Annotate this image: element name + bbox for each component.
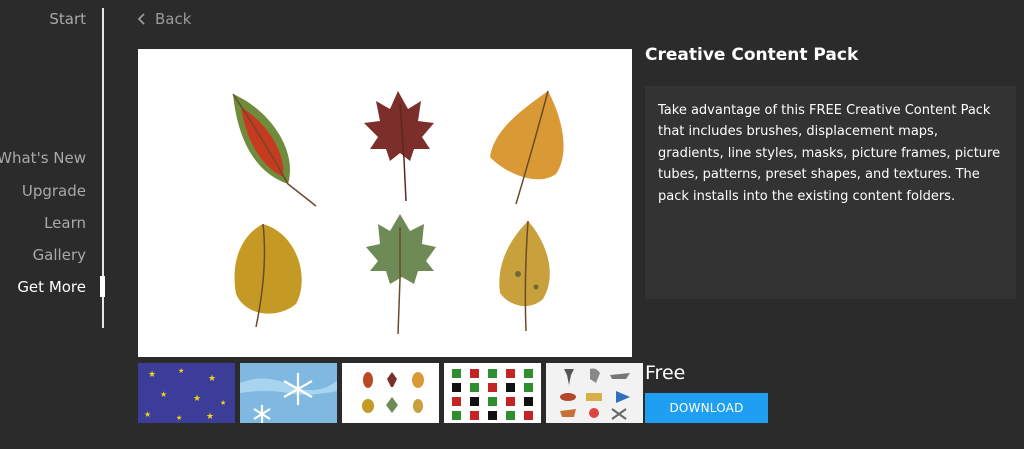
sidebar-item-whats-new[interactable]: What's New <box>0 149 86 167</box>
sidebar-item-start[interactable]: Start <box>49 10 86 28</box>
thumbnail-stars[interactable]: ★ ★ ★ ★ ★ ★ ★ ★ ★ <box>138 363 235 423</box>
thumbnail-snowflakes[interactable] <box>240 363 337 423</box>
active-indicator <box>100 276 105 297</box>
svg-text:★: ★ <box>206 412 214 422</box>
sidebar-item-gallery[interactable]: Gallery <box>33 246 86 264</box>
thumbnail-strip: ★ ★ ★ ★ ★ ★ ★ ★ ★ <box>138 363 643 423</box>
leaf-birch <box>499 220 550 332</box>
leaf-red-green <box>232 93 317 207</box>
product-description: Take advantage of this FREE Creative Con… <box>645 86 1016 299</box>
thumbnail-cubes[interactable] <box>444 363 541 423</box>
back-button[interactable]: Back <box>137 9 191 29</box>
thumbnail-leaves[interactable] <box>342 363 439 423</box>
download-button[interactable]: DOWNLOAD <box>645 393 768 423</box>
leaf-green-maple <box>366 214 436 335</box>
preview-image <box>138 49 632 357</box>
svg-text:★: ★ <box>178 367 184 375</box>
svg-text:★: ★ <box>208 374 216 384</box>
svg-text:★: ★ <box>148 370 156 380</box>
sidebar-item-get-more[interactable]: Get More <box>17 278 86 296</box>
leaf-yellow-round <box>234 223 302 328</box>
svg-text:★: ★ <box>220 399 226 407</box>
leaf-golden <box>490 90 564 205</box>
thumbnail-objects[interactable] <box>546 363 643 423</box>
sidebar-item-learn[interactable]: Learn <box>44 214 86 232</box>
svg-text:★: ★ <box>144 410 151 419</box>
back-label: Back <box>155 10 192 28</box>
sidebar-item-upgrade[interactable]: Upgrade <box>22 182 86 200</box>
leaf-maroon <box>364 91 434 202</box>
svg-text:★: ★ <box>160 390 167 399</box>
sidebar-nav: Start What's New Upgrade Learn Gallery G… <box>0 0 105 449</box>
product-price: Free <box>645 362 686 384</box>
chevron-left-icon <box>137 12 147 26</box>
product-title: Creative Content Pack <box>645 45 859 65</box>
svg-text:★: ★ <box>193 394 201 404</box>
svg-text:★: ★ <box>176 414 182 422</box>
